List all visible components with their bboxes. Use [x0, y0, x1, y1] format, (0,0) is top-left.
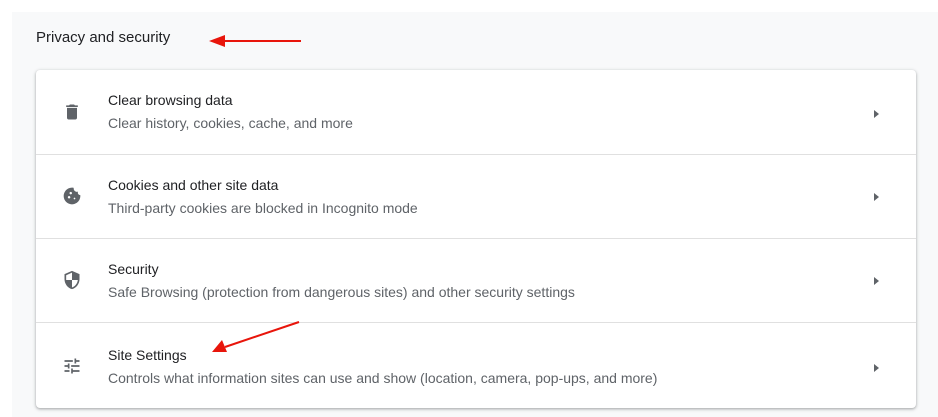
security-row[interactable]: Security Safe Browsing (protection from …	[36, 238, 916, 322]
site-settings-row[interactable]: Site Settings Controls what information …	[36, 322, 916, 408]
row-sublabel: Controls what information sites can use …	[108, 370, 658, 386]
row-label: Clear browsing data	[108, 92, 233, 108]
arrow-right-icon	[874, 364, 879, 372]
row-sublabel: Clear history, cookies, cache, and more	[108, 115, 353, 131]
trash-icon	[66, 104, 78, 120]
row-text: Clear browsing data Clear history, cooki…	[108, 90, 848, 133]
section-title: Privacy and security	[36, 29, 171, 46]
row-label: Site Settings	[108, 347, 187, 363]
arrow-right-icon	[874, 110, 879, 118]
row-label: Cookies and other site data	[108, 177, 279, 193]
row-text: Security Safe Browsing (protection from …	[108, 259, 848, 302]
privacy-security-card: Clear browsing data Clear history, cooki…	[36, 70, 916, 408]
shield-icon	[64, 270, 80, 290]
row-text: Cookies and other site data Third-party …	[108, 175, 848, 218]
arrow-right-icon	[874, 193, 879, 201]
row-label: Security	[108, 261, 159, 277]
cookies-site-data-row[interactable]: Cookies and other site data Third-party …	[36, 154, 916, 238]
row-text: Site Settings Controls what information …	[108, 345, 848, 388]
arrow-right-icon	[874, 277, 879, 285]
row-sublabel: Third-party cookies are blocked in Incog…	[108, 200, 418, 216]
cookie-icon	[63, 187, 81, 205]
tune-icon	[64, 358, 80, 374]
clear-browsing-data-row[interactable]: Clear browsing data Clear history, cooki…	[36, 70, 916, 154]
row-sublabel: Safe Browsing (protection from dangerous…	[108, 284, 575, 300]
